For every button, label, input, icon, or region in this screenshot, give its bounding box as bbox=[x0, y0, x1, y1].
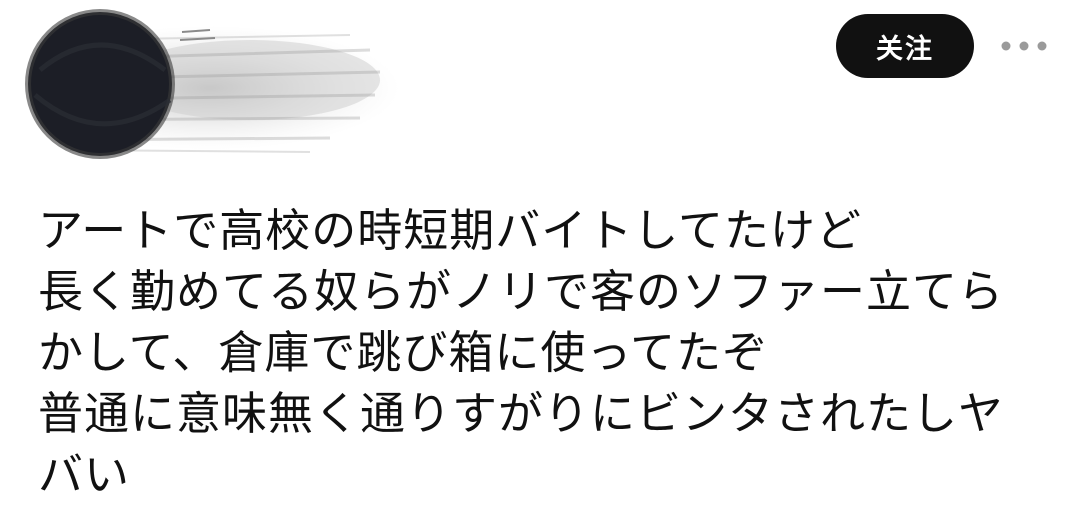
more-options-button[interactable] bbox=[1000, 30, 1048, 62]
post-text-line: バい bbox=[38, 448, 131, 501]
post-text-line: アートで高校の時短期バイトしてたけど bbox=[38, 204, 862, 257]
post-text: アートで高校の時短期バイトしてたけど 長く勤めてる奴らがノリで客のソファー立てら… bbox=[38, 200, 1058, 505]
post-header: 关注 bbox=[0, 0, 1080, 170]
post-text-line: 長く勤めてる奴らがノリで客のソファー立てら bbox=[38, 265, 1005, 318]
avatar[interactable] bbox=[0, 0, 400, 170]
post-text-line: 普通に意味無く通りすがりにビンタされたしヤ bbox=[38, 387, 1005, 440]
more-horizontal-icon bbox=[1001, 41, 1047, 51]
follow-button[interactable]: 关注 bbox=[836, 14, 974, 78]
scribbled-avatar-icon bbox=[20, 9, 400, 159]
post-text-line: かして、倉庫で跳び箱に使ってたぞ bbox=[38, 326, 769, 379]
